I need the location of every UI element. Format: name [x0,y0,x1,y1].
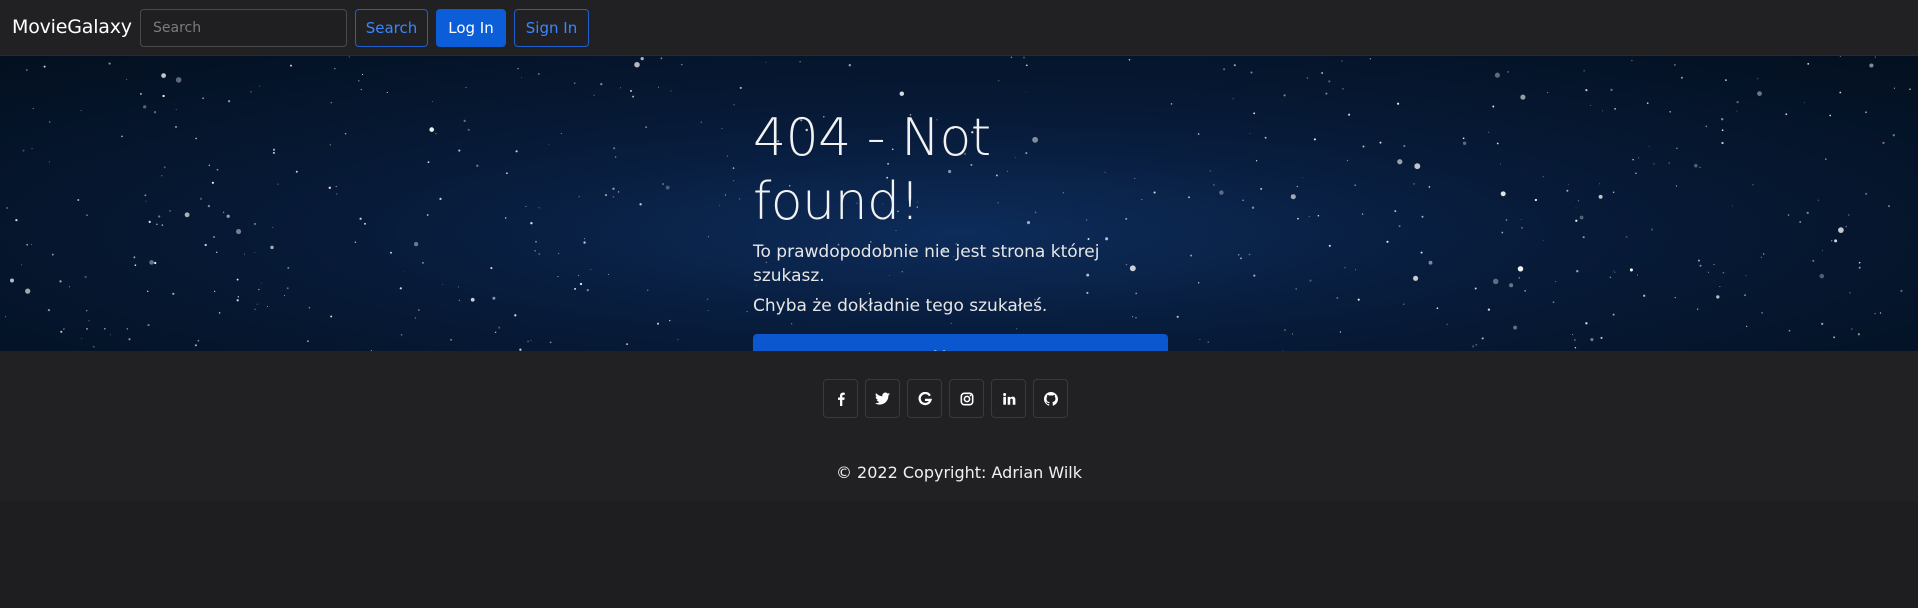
navbar: MovieGalaxy Search Log In Sign In [0,0,1918,56]
footer: © 2022 Copyright: Adrian Wilk [0,351,1918,501]
google-icon [918,391,932,405]
linkedin-icon [1002,392,1015,405]
instagram-link[interactable] [949,379,984,418]
home-button[interactable]: Home [753,334,1168,351]
brand-logo[interactable]: MovieGalaxy [12,16,132,38]
facebook-link[interactable] [823,379,858,418]
copyright-text: © 2022 Copyright: Adrian Wilk [835,463,1083,482]
error-message-line-1: To prawdopodobnie nie jest strona której… [753,242,1100,286]
google-link[interactable] [907,379,942,418]
login-button[interactable]: Log In [436,9,506,47]
error-title: 404 - Not found! [753,108,991,232]
error-message-line-2: Chyba że dokładnie tego szukałeś. [753,296,1048,316]
hero-content: 404 - Not found! To prawdopodobnie nie j… [753,106,1168,351]
signin-button[interactable]: Sign In [514,9,589,47]
twitter-icon [875,392,890,405]
github-link[interactable] [1033,379,1068,418]
facebook-icon [837,392,845,406]
search-input[interactable] [140,9,347,47]
twitter-link[interactable] [865,379,900,418]
instagram-icon [960,392,973,405]
github-icon [1043,391,1058,406]
hero-section: 404 - Not found! To prawdopodobnie nie j… [0,56,1918,351]
social-links [823,379,1068,418]
search-button[interactable]: Search [355,9,428,47]
linkedin-link[interactable] [991,379,1026,418]
